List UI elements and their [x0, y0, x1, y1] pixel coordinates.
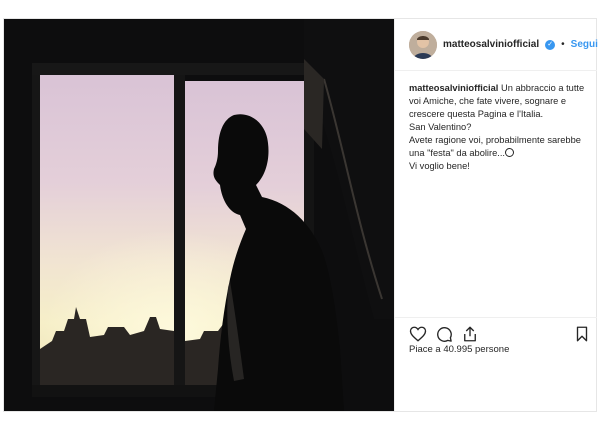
follow-button[interactable]: Segui — [571, 39, 598, 50]
heart-icon[interactable] — [409, 325, 427, 343]
caption-line: San Valentino? — [409, 122, 472, 132]
photo-scene — [4, 19, 394, 411]
likes-count[interactable]: Piace a 40.995 persone — [409, 344, 509, 355]
post-photo[interactable] — [4, 19, 394, 411]
caption-line: una "festa" da abolire... — [409, 148, 506, 158]
caption-username[interactable]: matteosalviniofficial — [409, 83, 498, 93]
caption-first-line: matteosalviniofficial Un abbraccio a tut… — [409, 82, 589, 95]
post-sidebar: matteosalviniofficial ✓ • Segui matteosa… — [394, 19, 598, 411]
caption-line: Un abbraccio a tutte — [500, 83, 585, 93]
comment-icon[interactable] — [435, 325, 453, 343]
avatar-image — [409, 30, 437, 59]
post-header: matteosalviniofficial ✓ • Segui — [395, 19, 598, 71]
post-caption: matteosalviniofficial Un abbraccio a tut… — [409, 82, 589, 173]
avatar[interactable] — [409, 30, 437, 59]
bookmark-icon[interactable] — [573, 325, 591, 343]
post-actions-bar — [395, 317, 597, 347]
worried-face-emoji — [505, 148, 515, 157]
caption-line: Avete ragione voi, probabilmente sarebbe — [409, 135, 581, 145]
instagram-post-card: matteosalviniofficial ✓ • Segui matteosa… — [3, 18, 598, 412]
caption-line: crescere questa Pagina e l'Italia. — [409, 109, 544, 119]
separator-dot: • — [561, 39, 565, 50]
post-username[interactable]: matteosalviniofficial — [443, 39, 539, 50]
verified-badge-icon: ✓ — [545, 39, 556, 50]
caption-emoji-line: una "festa" da abolire... — [409, 147, 589, 160]
caption-line: voi Amiche, che fate vivere, sognare e — [409, 96, 567, 106]
share-icon[interactable] — [461, 325, 479, 343]
caption-line: Vi voglio bene! — [409, 161, 470, 171]
